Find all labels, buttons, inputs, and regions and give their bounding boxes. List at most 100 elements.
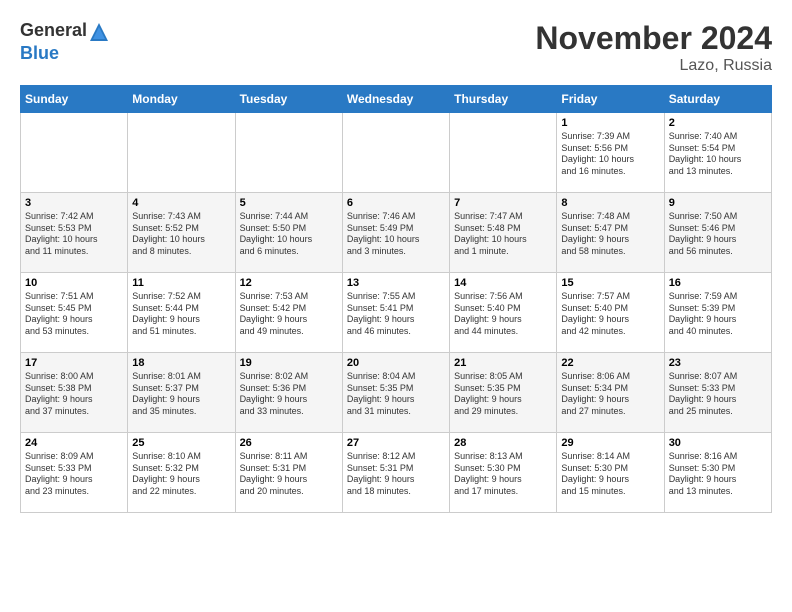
day-info: Sunrise: 7:43 AM Sunset: 5:52 PM Dayligh… <box>132 211 230 258</box>
day-number: 2 <box>669 117 767 129</box>
day-info: Sunrise: 7:51 AM Sunset: 5:45 PM Dayligh… <box>25 291 123 338</box>
day-number: 6 <box>347 197 445 209</box>
day-number: 21 <box>454 357 552 369</box>
calendar-cell: 4 Sunrise: 7:43 AM Sunset: 5:52 PM Daylig… <box>128 193 235 273</box>
calendar-cell <box>235 113 342 193</box>
location: Lazo, Russia <box>535 57 772 75</box>
calendar-cell: 30Sunrise: 8:16 AM Sunset: 5:30 PM Dayli… <box>664 433 771 513</box>
day-number: 28 <box>454 437 552 449</box>
calendar-cell: 27Sunrise: 8:12 AM Sunset: 5:31 PM Dayli… <box>342 433 449 513</box>
day-number: 20 <box>347 357 445 369</box>
day-number: 19 <box>240 357 338 369</box>
calendar-week-row: 17 Sunrise: 8:00 AM Sunset: 5:38 PM Dayli… <box>21 353 772 433</box>
day-number: 10 <box>25 277 123 289</box>
day-info: Sunrise: 7:44 AM Sunset: 5:50 PM Dayligh… <box>240 211 338 258</box>
day-info: Sunrise: 8:01 AM Sunset: 5:37 PM Dayligh… <box>132 371 230 418</box>
calendar-week-row: 1 Sunrise: 7:39 AM Sunset: 5:56 PM Daylig… <box>21 113 772 193</box>
day-info: Sunrise: 7:55 AM Sunset: 5:41 PM Dayligh… <box>347 291 445 338</box>
day-number: 8 <box>561 197 659 209</box>
weekday-header: Wednesday <box>342 86 449 113</box>
day-info: Sunrise: 7:46 AM Sunset: 5:49 PM Dayligh… <box>347 211 445 258</box>
calendar-cell: 14Sunrise: 7:56 AM Sunset: 5:40 PM Dayli… <box>450 273 557 353</box>
calendar-cell: 7 Sunrise: 7:47 AM Sunset: 5:48 PM Daylig… <box>450 193 557 273</box>
title-section: November 2024 Lazo, Russia <box>535 20 772 75</box>
calendar-week-row: 3 Sunrise: 7:42 AM Sunset: 5:53 PM Daylig… <box>21 193 772 273</box>
calendar-cell: 28 Sunrise: 8:13 AM Sunset: 5:30 PM Dayli… <box>450 433 557 513</box>
calendar-cell: 2Sunrise: 7:40 AM Sunset: 5:54 PM Daylig… <box>664 113 771 193</box>
weekday-header: Thursday <box>450 86 557 113</box>
day-info: Sunrise: 7:53 AM Sunset: 5:42 PM Dayligh… <box>240 291 338 338</box>
day-info: Sunrise: 8:14 AM Sunset: 5:30 PM Dayligh… <box>561 451 659 498</box>
calendar-cell: 11Sunrise: 7:52 AM Sunset: 5:44 PM Dayli… <box>128 273 235 353</box>
logo-blue: Blue <box>20 43 59 63</box>
day-info: Sunrise: 8:04 AM Sunset: 5:35 PM Dayligh… <box>347 371 445 418</box>
weekday-header: Sunday <box>21 86 128 113</box>
calendar-cell: 8Sunrise: 7:48 AM Sunset: 5:47 PM Daylig… <box>557 193 664 273</box>
day-number: 13 <box>347 277 445 289</box>
weekday-header: Tuesday <box>235 86 342 113</box>
day-number: 30 <box>669 437 767 449</box>
calendar-cell <box>450 113 557 193</box>
calendar-cell: 10 Sunrise: 7:51 AM Sunset: 5:45 PM Dayli… <box>21 273 128 353</box>
day-info: Sunrise: 7:50 AM Sunset: 5:46 PM Dayligh… <box>669 211 767 258</box>
day-info: Sunrise: 7:47 AM Sunset: 5:48 PM Dayligh… <box>454 211 552 258</box>
day-number: 15 <box>561 277 659 289</box>
calendar-cell: 12 Sunrise: 7:53 AM Sunset: 5:42 PM Dayli… <box>235 273 342 353</box>
calendar-cell: 25 Sunrise: 8:10 AM Sunset: 5:32 PM Dayli… <box>128 433 235 513</box>
day-number: 29 <box>561 437 659 449</box>
day-number: 17 <box>25 357 123 369</box>
weekday-header-row: SundayMondayTuesdayWednesdayThursdayFrid… <box>21 86 772 113</box>
day-number: 7 <box>454 197 552 209</box>
day-number: 16 <box>669 277 767 289</box>
calendar-cell: 13 Sunrise: 7:55 AM Sunset: 5:41 PM Dayli… <box>342 273 449 353</box>
calendar-cell: 5Sunrise: 7:44 AM Sunset: 5:50 PM Daylig… <box>235 193 342 273</box>
calendar-table: SundayMondayTuesdayWednesdayThursdayFrid… <box>20 85 772 513</box>
day-number: 3 <box>25 197 123 209</box>
day-number: 23 <box>669 357 767 369</box>
calendar-week-row: 10 Sunrise: 7:51 AM Sunset: 5:45 PM Dayli… <box>21 273 772 353</box>
calendar-cell: 3 Sunrise: 7:42 AM Sunset: 5:53 PM Daylig… <box>21 193 128 273</box>
day-info: Sunrise: 8:11 AM Sunset: 5:31 PM Dayligh… <box>240 451 338 498</box>
calendar-cell: 24Sunrise: 8:09 AM Sunset: 5:33 PM Dayli… <box>21 433 128 513</box>
calendar-cell: 17 Sunrise: 8:00 AM Sunset: 5:38 PM Dayli… <box>21 353 128 433</box>
calendar-cell: 22 Sunrise: 8:06 AM Sunset: 5:34 PM Dayli… <box>557 353 664 433</box>
day-info: Sunrise: 8:12 AM Sunset: 5:31 PM Dayligh… <box>347 451 445 498</box>
calendar-cell: 29 Sunrise: 8:14 AM Sunset: 5:30 PM Dayli… <box>557 433 664 513</box>
calendar-cell: 21 Sunrise: 8:05 AM Sunset: 5:35 PM Dayli… <box>450 353 557 433</box>
logo: General Blue <box>20 20 111 64</box>
logo-icon <box>88 21 110 43</box>
logo-general: General <box>20 20 87 40</box>
day-info: Sunrise: 7:42 AM Sunset: 5:53 PM Dayligh… <box>25 211 123 258</box>
day-number: 12 <box>240 277 338 289</box>
calendar-cell: 1 Sunrise: 7:39 AM Sunset: 5:56 PM Daylig… <box>557 113 664 193</box>
calendar-cell: 26 Sunrise: 8:11 AM Sunset: 5:31 PM Dayli… <box>235 433 342 513</box>
day-number: 18 <box>132 357 230 369</box>
day-number: 25 <box>132 437 230 449</box>
day-number: 11 <box>132 277 230 289</box>
day-info: Sunrise: 8:05 AM Sunset: 5:35 PM Dayligh… <box>454 371 552 418</box>
calendar-week-row: 24Sunrise: 8:09 AM Sunset: 5:33 PM Dayli… <box>21 433 772 513</box>
logo-text: General Blue <box>20 20 111 64</box>
calendar-cell <box>21 113 128 193</box>
weekday-header: Saturday <box>664 86 771 113</box>
day-number: 9 <box>669 197 767 209</box>
calendar-cell: 19 Sunrise: 8:02 AM Sunset: 5:36 PM Dayli… <box>235 353 342 433</box>
day-number: 24 <box>25 437 123 449</box>
day-info: Sunrise: 7:57 AM Sunset: 5:40 PM Dayligh… <box>561 291 659 338</box>
day-info: Sunrise: 7:39 AM Sunset: 5:56 PM Dayligh… <box>561 131 659 178</box>
day-info: Sunrise: 8:13 AM Sunset: 5:30 PM Dayligh… <box>454 451 552 498</box>
day-number: 4 <box>132 197 230 209</box>
day-info: Sunrise: 8:10 AM Sunset: 5:32 PM Dayligh… <box>132 451 230 498</box>
day-info: Sunrise: 8:07 AM Sunset: 5:33 PM Dayligh… <box>669 371 767 418</box>
weekday-header: Friday <box>557 86 664 113</box>
day-number: 22 <box>561 357 659 369</box>
day-number: 26 <box>240 437 338 449</box>
day-info: Sunrise: 8:00 AM Sunset: 5:38 PM Dayligh… <box>25 371 123 418</box>
page-header: General Blue November 2024 Lazo, Russia <box>20 20 772 75</box>
weekday-header: Monday <box>128 86 235 113</box>
day-info: Sunrise: 7:56 AM Sunset: 5:40 PM Dayligh… <box>454 291 552 338</box>
day-info: Sunrise: 8:02 AM Sunset: 5:36 PM Dayligh… <box>240 371 338 418</box>
calendar-cell: 9 Sunrise: 7:50 AM Sunset: 5:46 PM Daylig… <box>664 193 771 273</box>
day-info: Sunrise: 8:06 AM Sunset: 5:34 PM Dayligh… <box>561 371 659 418</box>
day-number: 1 <box>561 117 659 129</box>
